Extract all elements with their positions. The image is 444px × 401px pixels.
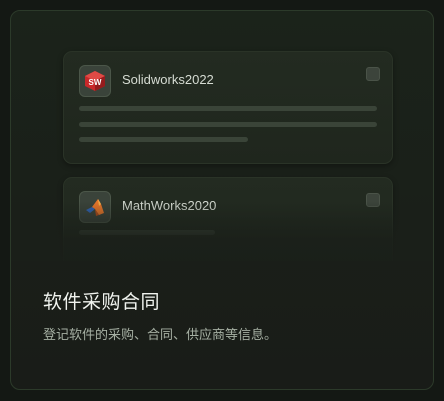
preview-item-name: Solidworks2022 [122,72,214,87]
solidworks-logo-icon: SW [79,65,111,97]
skeleton-line [79,137,248,142]
preview-item-checkbox [366,67,380,81]
preview-item-solidworks: SW Solidworks2022 [63,51,393,164]
card-title: 软件采购合同 [43,291,161,313]
preview-item-mathworks: MathWorks2020 [63,177,393,261]
preview-item-name: MathWorks2020 [122,198,217,213]
template-card-software-procurement[interactable]: SW Solidworks2022 MathWorks2020 软件采购合同 登… [10,10,434,390]
card-preview: SW Solidworks2022 MathWorks2020 [11,11,433,261]
matlab-logo-icon [79,191,111,223]
svg-text:SW: SW [89,78,102,87]
preview-item-checkbox [366,193,380,207]
skeleton-line [79,122,377,127]
skeleton-line [79,106,377,111]
skeleton-line [79,230,215,235]
card-description: 登记软件的采购、合同、供应商等信息。 [43,328,278,343]
